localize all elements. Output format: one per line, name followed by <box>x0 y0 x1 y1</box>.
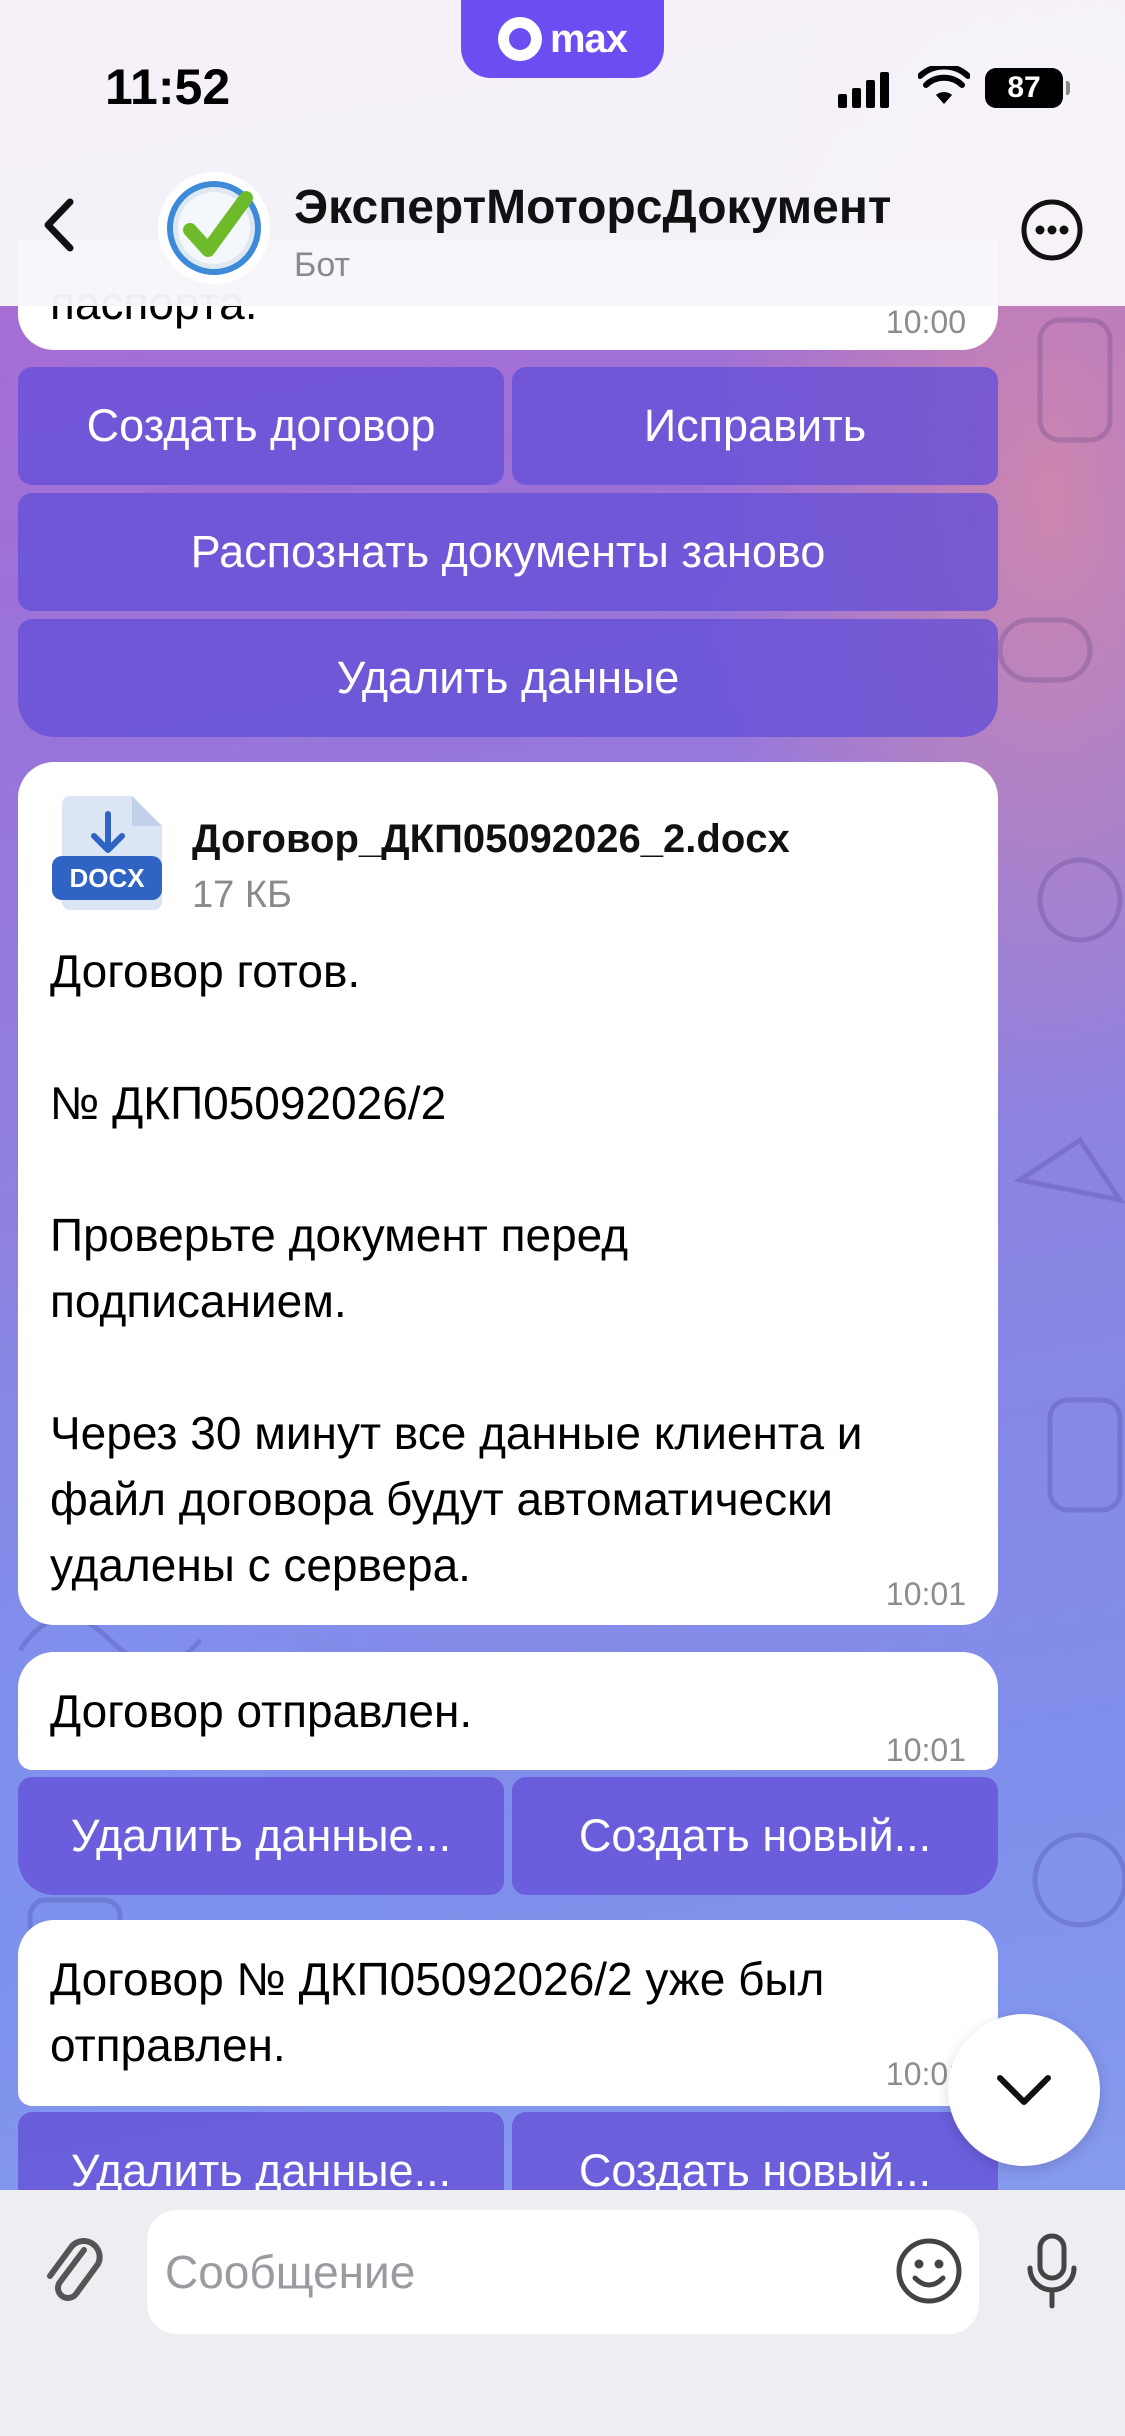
message-time: 10:01 <box>885 1732 966 1768</box>
docx-file-icon[interactable]: DOCX <box>52 792 168 914</box>
message-text: Договор отправлен. <box>50 1685 473 1737</box>
chat-header: max 11:52 87 ЭкспертМоторсДокумент Бот <box>0 0 1125 306</box>
message-bubble: Договор отправлен. 10:01 <box>18 1652 998 1770</box>
app-pill: max <box>461 0 664 78</box>
scroll-to-bottom-button[interactable] <box>948 2014 1100 2166</box>
attach-icon[interactable] <box>40 2232 108 2312</box>
message-line: подписанием. <box>50 1275 347 1327</box>
status-time: 11:52 <box>105 59 231 115</box>
delete-data-button[interactable]: Удалить данные... <box>18 1777 504 1895</box>
message-line: Проверьте документ перед <box>50 1209 629 1261</box>
message-time: 10:01 <box>885 1576 966 1612</box>
emoji-icon[interactable] <box>892 2234 966 2308</box>
checkmark-logo-icon <box>167 181 261 275</box>
avatar[interactable] <box>158 172 270 284</box>
message-line: отправлен. <box>50 2019 286 2071</box>
file-ext-label: DOCX <box>69 863 145 893</box>
chevron-down-icon <box>997 2075 1051 2105</box>
chat-subtitle: Бот <box>294 246 351 284</box>
message-line: № ДКП05092026/2 <box>50 1077 447 1129</box>
create-new-button[interactable]: Создать новый... <box>512 1777 998 1895</box>
max-logo-icon <box>497 17 542 61</box>
message-bubble: Договор № ДКП05092026/2 уже был отправле… <box>18 1920 998 2106</box>
microphone-icon[interactable] <box>1022 2230 1082 2314</box>
cellular-signal-icon <box>838 72 889 108</box>
battery-indicator: 87 <box>985 68 1070 108</box>
message-input[interactable] <box>147 2210 979 2334</box>
app-pill-label: max <box>549 16 628 61</box>
message-line: удалены с сервера. <box>50 1539 471 1591</box>
create-contract-button[interactable]: Создать договор <box>18 367 504 485</box>
message-text: Договор готов. № ДКП05092026/2 Проверьте… <box>50 938 863 1598</box>
file-size: 17 КБ <box>192 874 292 916</box>
wifi-icon <box>918 66 970 104</box>
message-time: 10:00 <box>885 304 966 340</box>
file-message-bubble: DOCX Договор_ДКП05092026_2.docx 17 КБ До… <box>18 762 998 1625</box>
fix-button[interactable]: Исправить <box>512 367 998 485</box>
message-line: файл договора будут автоматически <box>50 1473 833 1525</box>
message-line: Договор № ДКП05092026/2 уже был <box>50 1953 825 2005</box>
message-line: Через 30 минут все данные клиента и <box>50 1407 863 1459</box>
chat-title[interactable]: ЭкспертМоторсДокумент <box>294 180 891 235</box>
message-composer <box>0 2190 1125 2436</box>
delete-data-button[interactable]: Удалить данные <box>18 619 998 737</box>
message-line: Договор готов. <box>50 945 361 997</box>
recognize-again-button[interactable]: Распознать документы заново <box>18 493 998 611</box>
back-icon[interactable] <box>36 190 86 260</box>
message-text: Договор № ДКП05092026/2 уже был отправле… <box>50 1946 824 2078</box>
more-options-icon[interactable] <box>1018 196 1086 264</box>
